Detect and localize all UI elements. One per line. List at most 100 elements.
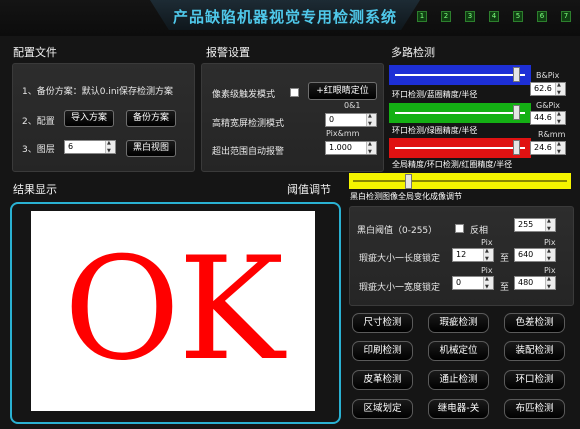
title-bar: 产品缺陷机器视觉专用检测系统 1 2 3 4 5 6 7 — [0, 0, 580, 36]
tool-gonogo-button[interactable]: 通止检测 — [428, 370, 489, 390]
red-channel-unit: R&mm — [538, 130, 566, 139]
length-max-value: 640 — [518, 250, 534, 259]
slider-thumb[interactable] — [405, 174, 412, 189]
tool-print-button[interactable]: 印刷检测 — [352, 341, 413, 361]
auto-alarm-value: 1.000 — [329, 143, 352, 152]
alarm-section-title: 报警设置 — [206, 46, 250, 59]
wide-screen-stepper[interactable]: 0 — [325, 113, 377, 127]
bw-adjust-caption: 黑白检测图像全局变化成像调节 — [350, 192, 462, 201]
green-channel-caption: 环口检测/绿圈精度/半径 — [392, 126, 478, 135]
bw-threshold-stepper[interactable]: 255 — [514, 218, 556, 232]
indicator-7: 7 — [561, 11, 571, 22]
app-title: 产品缺陷机器视觉专用检测系统 — [172, 8, 397, 26]
indicator-5: 5 — [513, 11, 523, 22]
auto-alarm-label: 超出范围自动报警 — [212, 147, 285, 157]
auto-alarm-stepper[interactable]: 1.000 — [325, 141, 377, 155]
indicator-6: 6 — [537, 11, 547, 22]
wide-screen-label: 高精宽屏检测模式 — [212, 119, 285, 129]
bw-view-button[interactable]: 黑白视图 — [126, 140, 176, 157]
width-lock-label: 瑕疵大小一宽度锁定 — [359, 283, 441, 293]
tool-color-button[interactable]: 色差检测 — [504, 313, 565, 333]
red-channel-caption: 全局精度/环口检测/红圈精度/半径 — [392, 160, 513, 169]
layer-label: 3、图层 — [22, 145, 55, 155]
red-channel-slider[interactable] — [389, 138, 531, 158]
blue-channel-slider[interactable] — [389, 65, 531, 85]
stepper-arrows-icon[interactable] — [555, 111, 565, 125]
green-channel-value: 44.6 — [534, 113, 552, 122]
stepper-arrows-icon[interactable] — [555, 82, 565, 96]
bw-threshold-value: 255 — [518, 220, 534, 229]
width-min-value: 0 — [456, 278, 462, 287]
tool-mech-locate-button[interactable]: 机械定位 — [428, 341, 489, 361]
green-channel-stepper[interactable]: 44.6 — [530, 111, 566, 125]
wide-screen-value: 0 — [329, 115, 335, 124]
tool-ring-button[interactable]: 环口检测 — [504, 370, 565, 390]
width-min-unit: Pix — [481, 266, 493, 275]
tool-leather-button[interactable]: 皮革检测 — [352, 370, 413, 390]
slider-thumb[interactable] — [513, 67, 520, 82]
stepper-arrows-icon[interactable] — [366, 113, 376, 127]
length-to-label: 至 — [500, 254, 510, 264]
stepper-arrows-icon[interactable] — [483, 276, 493, 290]
pixel-trigger-label: 像素级触发模式 — [212, 90, 276, 100]
config-section-title: 配置文件 — [13, 46, 57, 59]
multi-section-title: 多路检测 — [391, 46, 435, 59]
tool-size-button[interactable]: 尺寸检测 — [352, 313, 413, 333]
length-max-unit: Pix — [544, 238, 556, 247]
invert-checkbox[interactable] — [455, 224, 464, 233]
slider-track — [395, 147, 525, 149]
tool-assembly-button[interactable]: 装配检测 — [504, 341, 565, 361]
slider-thumb[interactable] — [513, 140, 520, 155]
width-max-stepper[interactable]: 480 — [514, 276, 556, 290]
threshold-section-title: 阈值调节 — [287, 183, 331, 196]
slider-track — [395, 74, 525, 76]
indicator-2: 2 — [441, 11, 451, 22]
red-eye-locate-button[interactable]: +红眼睛定位 — [308, 82, 377, 100]
tool-fabric-button[interactable]: 布匹检测 — [504, 399, 565, 419]
red-channel-stepper[interactable]: 24.6 — [530, 141, 566, 155]
backup-scheme-button[interactable]: 备份方案 — [126, 110, 176, 127]
blue-channel-stepper[interactable]: 62.6 — [530, 82, 566, 96]
pixel-trigger-checkbox[interactable] — [290, 88, 299, 97]
stepper-arrows-icon[interactable] — [545, 276, 555, 290]
backup-scheme-label: 1、备份方案：默认0.ini保存检测方案 — [22, 87, 174, 97]
green-channel-unit: G&Pix — [536, 101, 561, 110]
width-to-label: 至 — [500, 283, 510, 293]
length-min-stepper[interactable]: 12 — [452, 248, 494, 262]
blue-channel-value: 62.6 — [534, 84, 552, 93]
stepper-arrows-icon[interactable] — [483, 248, 493, 262]
invert-label: 反相 — [470, 226, 489, 236]
result-section-title: 结果显示 — [13, 183, 57, 196]
tool-region-button[interactable]: 区域划定 — [352, 399, 413, 419]
length-min-unit: Pix — [481, 238, 493, 247]
stepper-arrows-icon[interactable] — [366, 141, 376, 155]
width-min-stepper[interactable]: 0 — [452, 276, 494, 290]
length-min-value: 12 — [456, 250, 467, 259]
length-max-stepper[interactable]: 640 — [514, 248, 556, 262]
unit-hint: Pix&mm — [326, 129, 360, 138]
width-max-value: 480 — [518, 278, 534, 287]
layer-value: 6 — [68, 142, 74, 151]
length-lock-label: 瑕疵大小一长度锁定 — [359, 254, 441, 264]
stepper-arrows-icon[interactable] — [105, 140, 115, 154]
layer-stepper[interactable]: 6 — [64, 140, 116, 154]
import-scheme-button[interactable]: 导入方案 — [64, 110, 114, 127]
tool-relay-button[interactable]: 继电器-关 — [428, 399, 489, 419]
config-label: 2、配置 — [22, 117, 55, 127]
indicator-1: 1 — [417, 11, 427, 22]
green-channel-slider[interactable] — [389, 103, 531, 123]
stepper-arrows-icon[interactable] — [555, 141, 565, 155]
blue-channel-caption: 环口检测/蓝圈精度/半径 — [392, 90, 478, 99]
bw-threshold-label: 黑白阈值（0-255） — [357, 226, 438, 236]
stepper-arrows-icon[interactable] — [545, 218, 555, 232]
slider-track — [395, 112, 525, 114]
result-text: OK — [63, 227, 285, 392]
bw-adjust-slider[interactable] — [349, 173, 571, 189]
tool-defect-button[interactable]: 瑕疵检测 — [428, 313, 489, 333]
indicator-4: 4 — [489, 11, 499, 22]
stepper-arrows-icon[interactable] — [545, 248, 555, 262]
blue-channel-unit: B&Pix — [536, 71, 560, 80]
width-max-unit: Pix — [544, 266, 556, 275]
slider-thumb[interactable] — [513, 105, 520, 120]
indicator-3: 3 — [465, 11, 475, 22]
